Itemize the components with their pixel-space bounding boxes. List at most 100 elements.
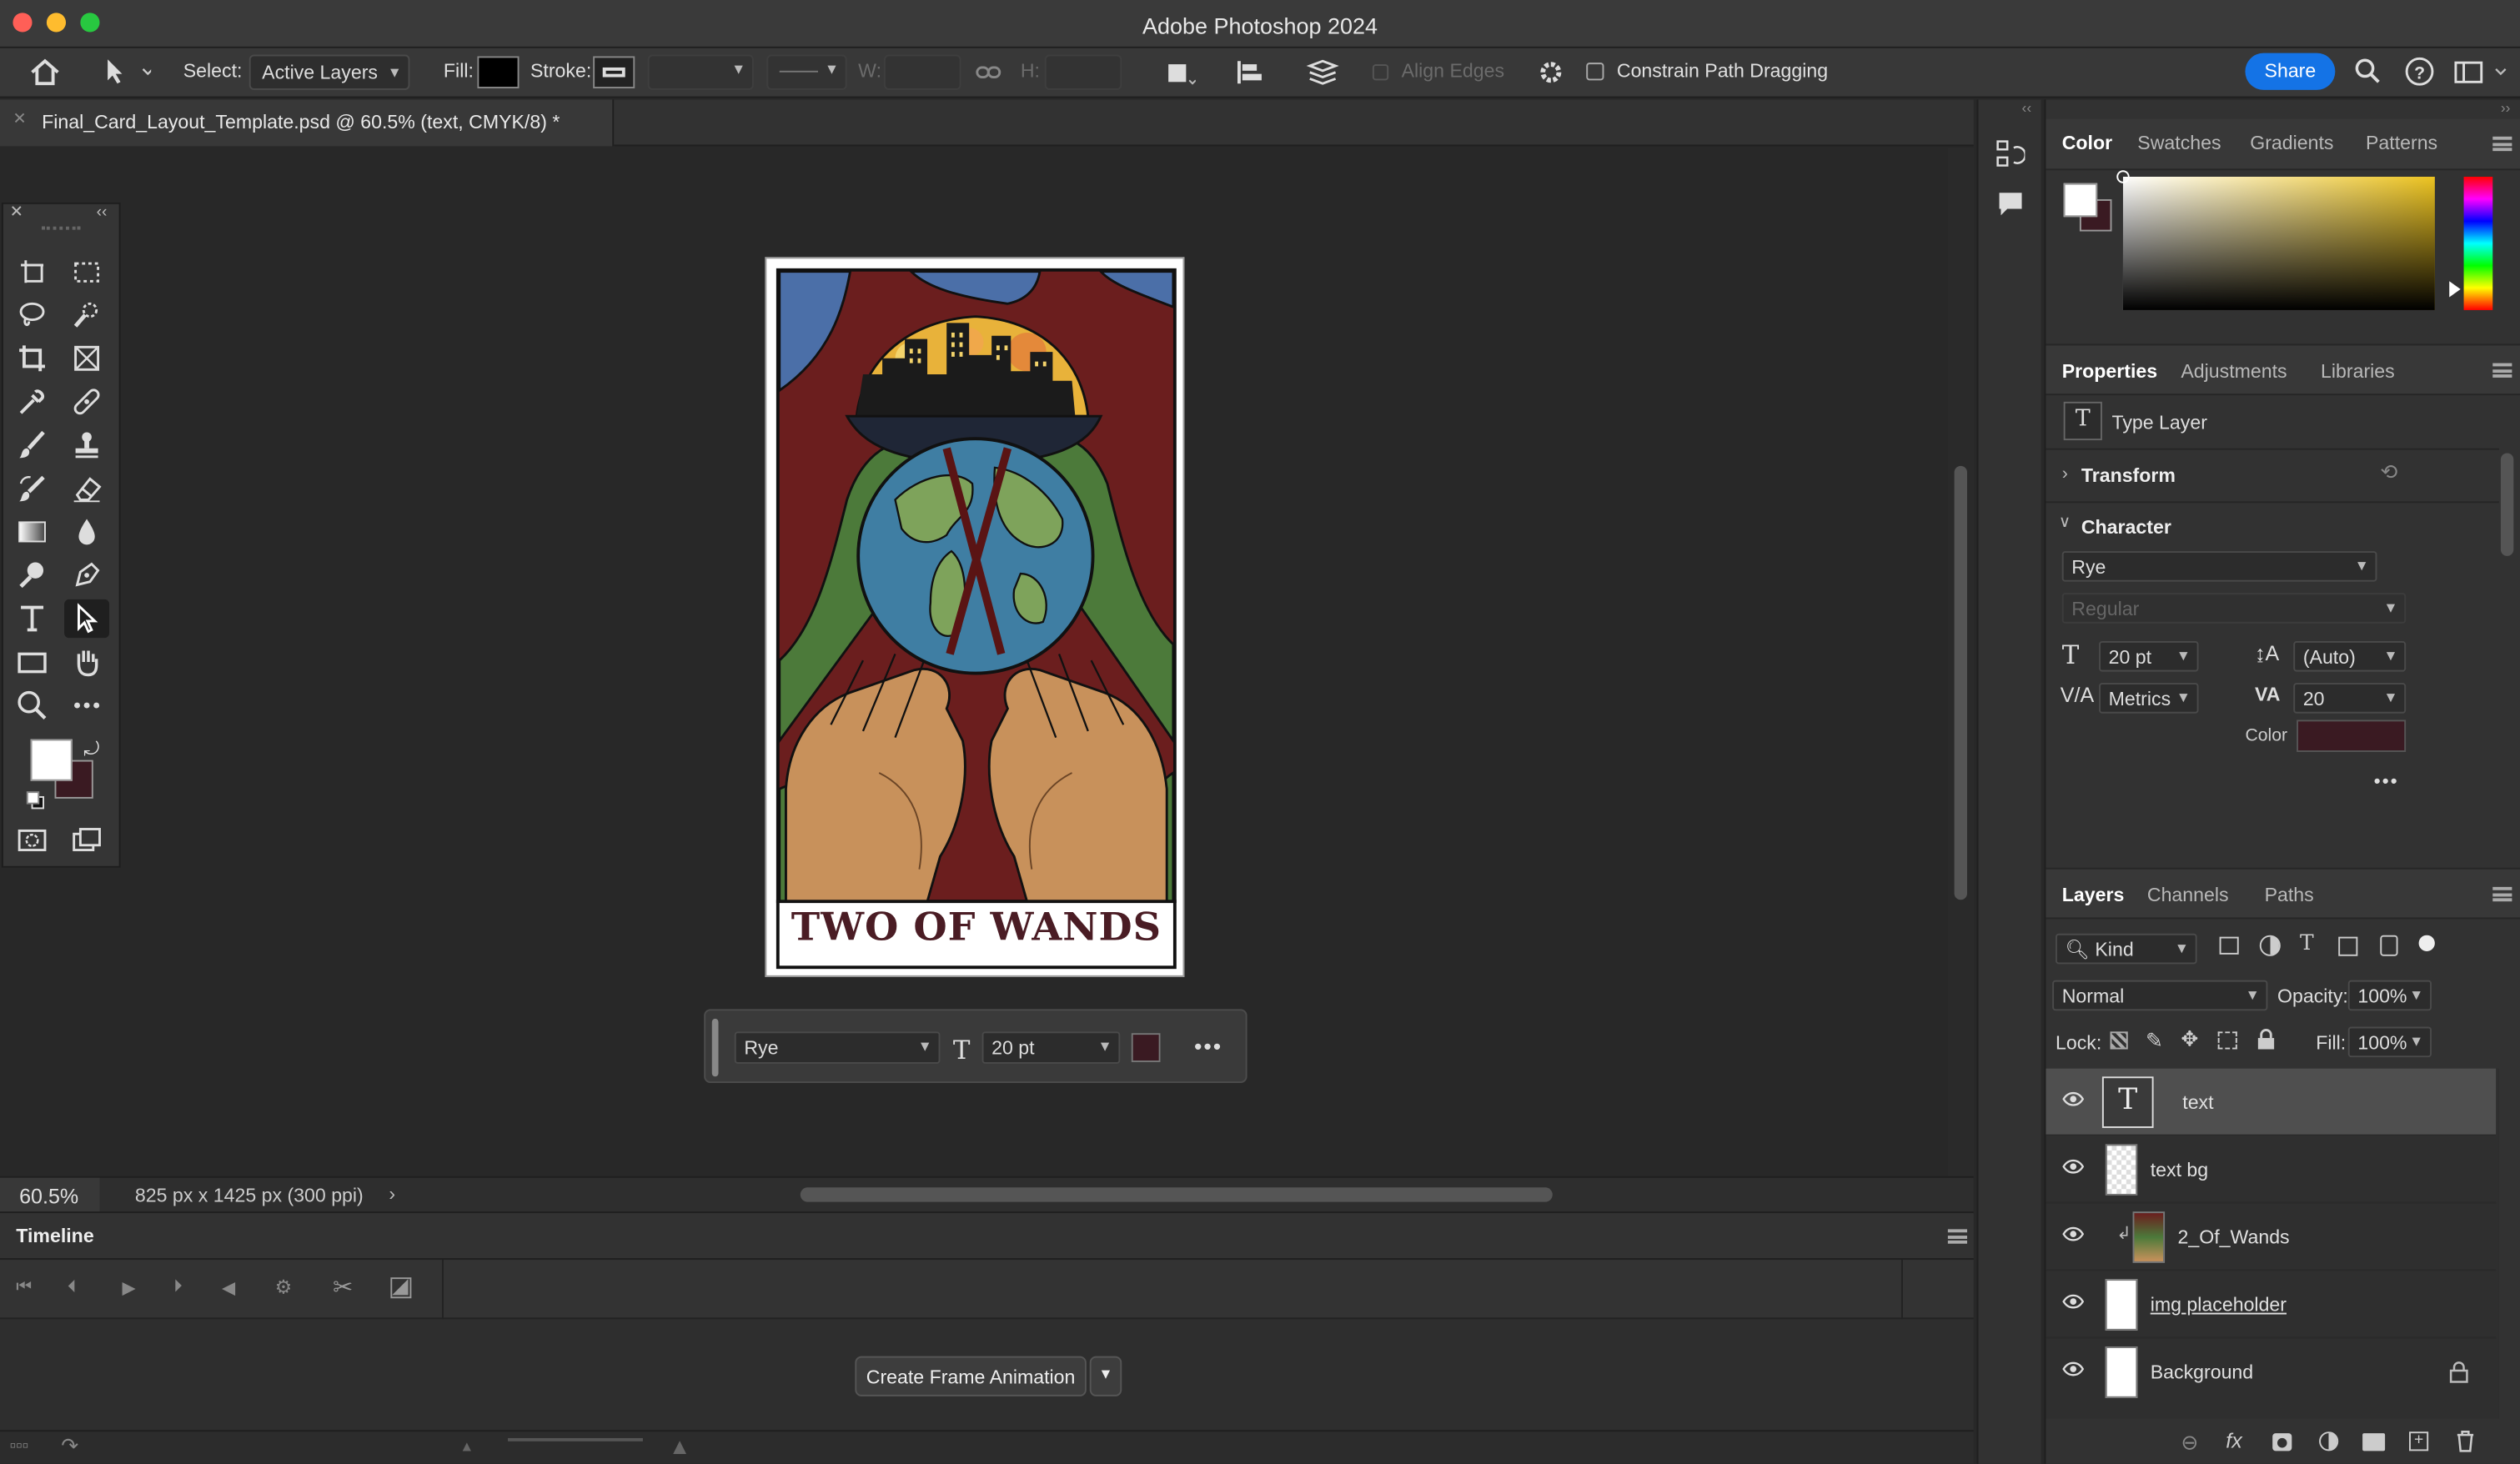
eraser-tool-icon[interactable]	[64, 469, 109, 508]
zoom-in-icon[interactable]: ▲	[669, 1433, 691, 1459]
tab-patterns[interactable]: Patterns	[2366, 132, 2437, 154]
tab-libraries[interactable]: Libraries	[2321, 360, 2395, 383]
text-color-swatch[interactable]	[2297, 719, 2407, 752]
fill-field[interactable]: 100% ▼	[2347, 1026, 2432, 1058]
layer-name[interactable]: 2_Of_Wands	[2177, 1226, 2289, 1249]
lock-transparent-icon[interactable]	[2110, 1031, 2128, 1050]
layer-row-2-of-wands[interactable]: ↲ 2_Of_Wands	[2046, 1204, 2497, 1271]
type-tool-icon[interactable]	[10, 599, 55, 638]
fill-swatch[interactable]	[477, 56, 520, 89]
character-section-label[interactable]: Character	[2081, 516, 2171, 539]
reset-transform-icon[interactable]: ⟲	[2380, 459, 2397, 485]
leading-field[interactable]: (Auto) ▼	[2293, 640, 2407, 672]
new-layer-icon[interactable]: +	[2409, 1431, 2429, 1451]
fx-icon[interactable]: fx	[2226, 1428, 2242, 1452]
quick-selection-tool-icon[interactable]	[64, 296, 109, 334]
visibility-eye-icon[interactable]	[2062, 1226, 2085, 1242]
close-panel-icon[interactable]: ✕	[10, 204, 23, 222]
next-frame-icon[interactable]: ⏵	[173, 1277, 183, 1298]
audio-icon[interactable]: ◀	[222, 1277, 235, 1298]
height-field[interactable]	[1044, 54, 1122, 90]
layer-row-background[interactable]: Background	[2046, 1338, 2496, 1406]
add-mask-icon[interactable]	[2272, 1433, 2292, 1451]
transform-section-label[interactable]: Transform	[2081, 464, 2176, 487]
visibility-eye-icon[interactable]	[2062, 1091, 2085, 1107]
lock-pixels-icon[interactable]: ✎	[2146, 1028, 2163, 1054]
eyedropper-tool-icon[interactable]	[10, 383, 55, 421]
zoom-out-icon[interactable]: ▲	[459, 1438, 474, 1454]
expand-dock-icon[interactable]: ››	[2501, 99, 2511, 115]
visibility-eye-icon[interactable]	[2062, 1361, 2085, 1376]
play-icon[interactable]: ▶	[122, 1277, 135, 1298]
hue-slider-handle[interactable]	[2449, 281, 2461, 298]
layer-name[interactable]: Background	[2151, 1361, 2253, 1383]
rectangular-marquee-tool-icon[interactable]	[64, 253, 109, 291]
artboard-tool-icon[interactable]	[10, 253, 55, 291]
animation-type-dropdown[interactable]: ▼	[1089, 1356, 1122, 1396]
filter-adjustment-icon[interactable]	[2259, 935, 2281, 956]
layer-row-text[interactable]: T text	[2046, 1068, 2497, 1136]
canvas-area[interactable]: TWO OF WANDS Rye ▼ T 20 pt ▼ •••	[0, 148, 1948, 1176]
collapse-strip-icon[interactable]: ‹‹	[2022, 99, 2032, 115]
transition-icon[interactable]	[390, 1277, 412, 1299]
layer-row-img-placeholder[interactable]: img placeholder	[2046, 1271, 2497, 1339]
tab-paths[interactable]: Paths	[2265, 884, 2314, 906]
share-button[interactable]: Share	[2245, 53, 2336, 90]
crop-tool-icon[interactable]	[10, 339, 55, 378]
help-icon[interactable]: ?	[2404, 56, 2435, 87]
new-adjustment-icon[interactable]	[2319, 1431, 2339, 1451]
filter-smart-object-icon[interactable]	[2380, 935, 2398, 956]
default-colors-icon[interactable]	[26, 790, 45, 810]
properties-scroll-thumb[interactable]	[2500, 453, 2514, 556]
filter-type-icon[interactable]: T	[2300, 932, 2314, 956]
vertical-scrollbar[interactable]	[1947, 148, 1974, 1176]
lock-all-icon[interactable]	[2256, 1028, 2276, 1050]
path-alignment-icon[interactable]	[1234, 58, 1267, 87]
dodge-tool-icon[interactable]	[10, 556, 55, 594]
timeline-settings-icon[interactable]: ⚙	[275, 1276, 293, 1298]
path-selection-tool-icon[interactable]	[103, 58, 152, 87]
frame-tool-icon[interactable]	[64, 339, 109, 378]
card-title-text[interactable]: TWO OF WANDS	[766, 903, 1186, 950]
vertical-scroll-thumb[interactable]	[1954, 465, 1968, 900]
layer-filter-dropdown[interactable]: 🔍︎ Kind ▼	[2056, 933, 2197, 965]
zoom-tool-icon[interactable]	[10, 686, 55, 724]
layer-name[interactable]: text bg	[2151, 1159, 2208, 1181]
hand-tool-icon[interactable]	[64, 643, 109, 681]
chevron-right-icon[interactable]: ›	[2062, 464, 2068, 484]
gradient-tool-icon[interactable]	[10, 513, 55, 551]
color-panel-foreground-swatch[interactable]	[2063, 183, 2098, 218]
contextual-font-dropdown[interactable]: Rye ▼	[734, 1031, 941, 1064]
stroke-width-dropdown[interactable]: ▼	[647, 54, 754, 90]
chevron-right-icon[interactable]: ›	[389, 1182, 395, 1205]
comments-icon[interactable]	[1996, 189, 2026, 218]
filter-toggle-icon[interactable]	[2418, 935, 2435, 951]
search-icon[interactable]	[2354, 58, 2380, 85]
visibility-eye-icon[interactable]	[2062, 1293, 2085, 1309]
width-field[interactable]	[884, 54, 961, 90]
gear-icon[interactable]	[1536, 58, 1565, 87]
tracking-field[interactable]: 20 ▼	[2293, 683, 2407, 714]
previous-frame-icon[interactable]: ⏴	[68, 1277, 77, 1298]
select-dropdown[interactable]: Active Layers ▼	[248, 54, 410, 90]
delete-layer-icon[interactable]	[2456, 1430, 2475, 1452]
filter-pixel-icon[interactable]	[2219, 936, 2239, 955]
history-brush-tool-icon[interactable]	[10, 469, 55, 508]
panel-grip[interactable]	[42, 226, 81, 230]
lock-artboard-icon[interactable]	[2217, 1031, 2237, 1050]
card-document[interactable]: TWO OF WANDS	[765, 257, 1186, 977]
first-frame-icon[interactable]: ⏮	[16, 1277, 32, 1298]
history-icon[interactable]	[1996, 138, 2026, 171]
layer-name[interactable]: text	[2182, 1091, 2213, 1114]
quick-mask-icon[interactable]	[10, 821, 55, 860]
tab-channels[interactable]: Channels	[2147, 884, 2229, 906]
color-field[interactable]	[2116, 170, 2435, 310]
scissors-icon[interactable]: ✂	[333, 1272, 353, 1301]
direct-selection-tool-icon[interactable]	[64, 599, 110, 639]
more-character-options-icon[interactable]: •••	[2374, 770, 2399, 792]
workspace-icon[interactable]	[2454, 58, 2512, 87]
screen-mode-icon[interactable]	[64, 821, 109, 860]
tab-adjustments[interactable]: Adjustments	[2181, 360, 2287, 383]
filter-shape-icon[interactable]	[2338, 936, 2358, 956]
zoom-slider[interactable]	[508, 1437, 643, 1441]
